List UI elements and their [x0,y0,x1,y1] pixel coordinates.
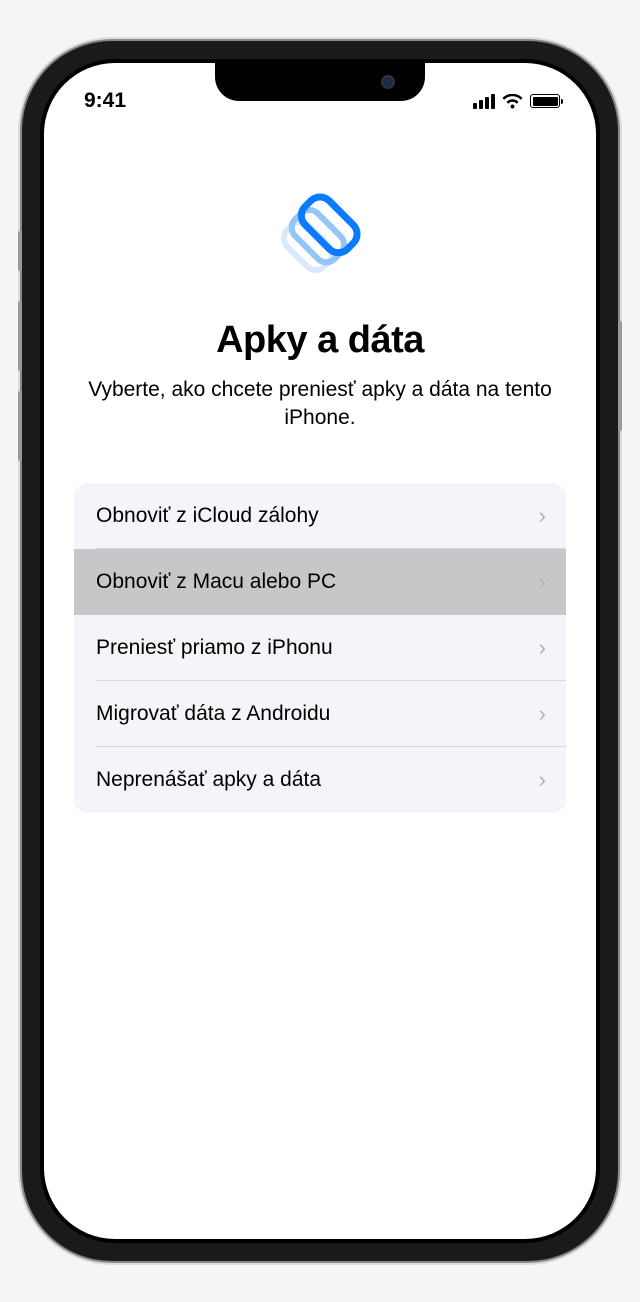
chevron-right-icon: › [539,503,546,529]
chevron-right-icon: › [539,767,546,793]
display-notch [215,63,425,101]
option-label: Migrovať dáta z Androidu [96,702,330,726]
page-subtitle: Vyberte, ako chcete preniesť apky a dáta… [74,376,566,433]
option-label: Obnoviť z iCloud zálohy [96,504,319,528]
option-dont-transfer[interactable]: Neprenášať apky a dáta › [74,747,566,813]
chevron-right-icon: › [539,569,546,595]
power-button [618,321,622,431]
option-migrate-android[interactable]: Migrovať dáta z Androidu › [74,681,566,747]
volume-down-button [18,391,22,461]
transfer-options-list: Obnoviť z iCloud zálohy › Obnoviť z Macu… [74,483,566,813]
option-restore-icloud[interactable]: Obnoviť z iCloud zálohy › [74,483,566,549]
option-restore-mac-pc[interactable]: Obnoviť z Macu alebo PC › [74,549,566,615]
option-label: Preniesť priamo z iPhonu [96,636,333,660]
phone-bezel: 9:41 [40,59,600,1243]
setup-content: Apky a dáta Vyberte, ako chcete preniesť… [44,119,596,813]
battery-icon [530,94,560,108]
option-transfer-iphone[interactable]: Preniesť priamo z iPhonu › [74,615,566,681]
option-label: Obnoviť z Macu alebo PC [96,570,336,594]
mute-switch [18,231,22,271]
volume-up-button [18,301,22,371]
page-title: Apky a dáta [74,319,566,362]
apps-data-icon [74,179,566,289]
cellular-signal-icon [473,94,495,109]
phone-device-frame: 9:41 [22,41,618,1261]
chevron-right-icon: › [539,635,546,661]
option-label: Neprenášať apky a dáta [96,768,321,792]
phone-screen: 9:41 [44,63,596,1239]
chevron-right-icon: › [539,701,546,727]
status-time: 9:41 [84,89,126,113]
status-icons [473,94,560,109]
wifi-icon [502,94,523,109]
front-camera [381,75,395,89]
